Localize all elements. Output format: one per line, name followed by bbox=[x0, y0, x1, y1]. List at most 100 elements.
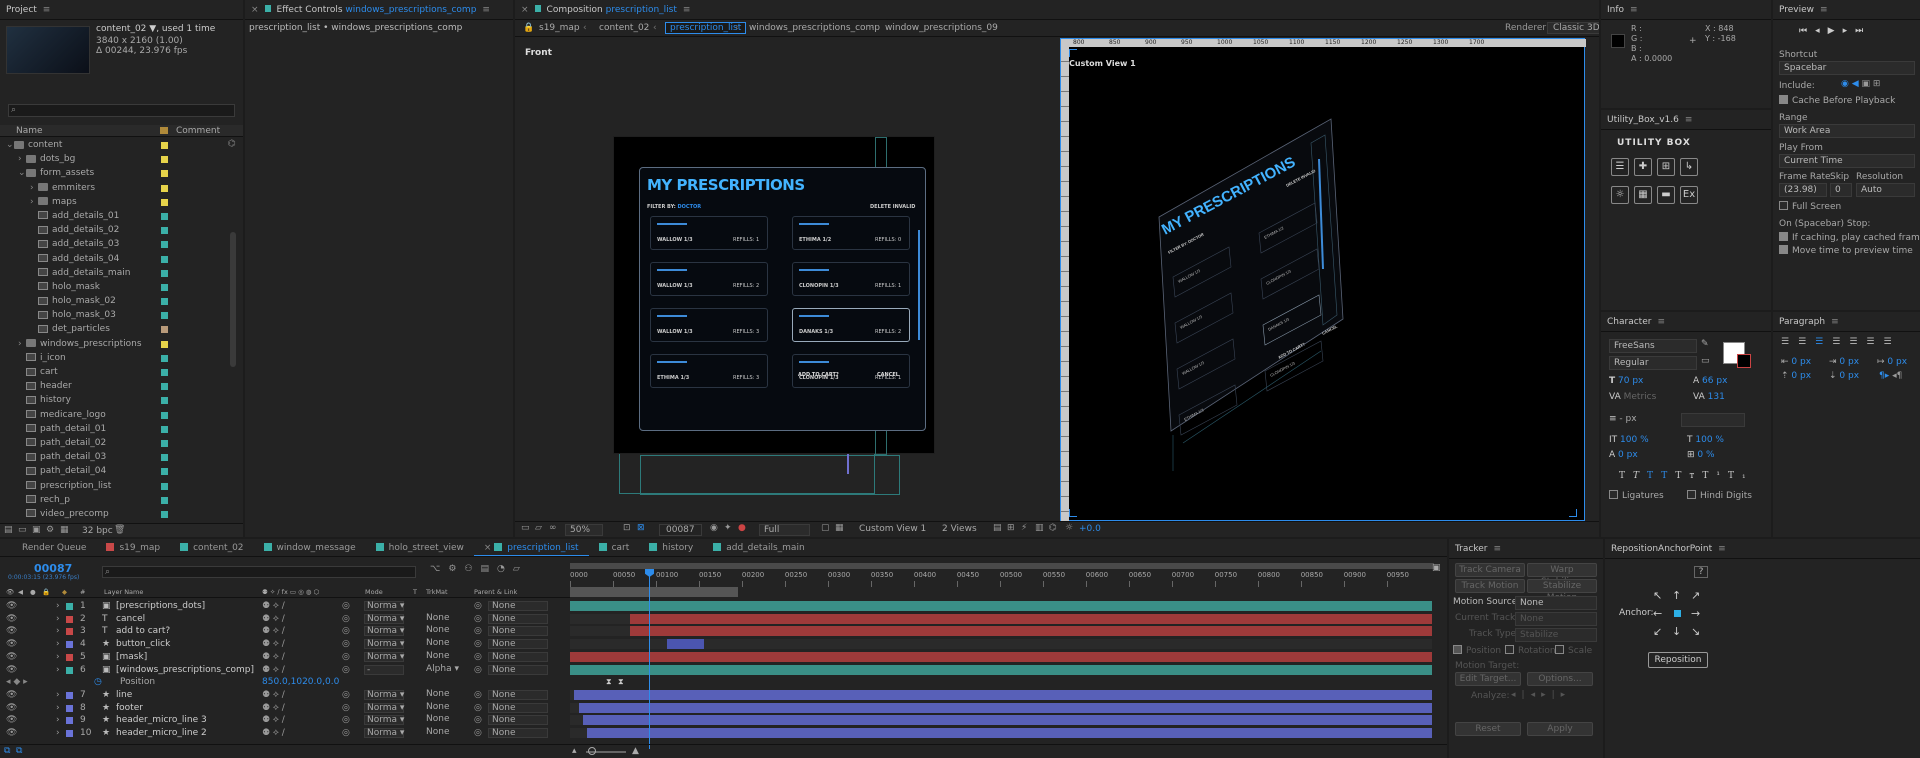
project-item[interactable]: rech_p bbox=[0, 493, 228, 507]
layer-label-color[interactable] bbox=[66, 730, 73, 737]
keyframe-icon[interactable]: ⧗ bbox=[618, 677, 624, 687]
parent-pickwhip-icon[interactable]: ◎ bbox=[474, 600, 482, 613]
timeline-tab[interactable]: add_details_main bbox=[703, 539, 814, 556]
align-right-icon[interactable]: ☰ bbox=[1815, 337, 1832, 347]
project-item[interactable]: ⌄ content bbox=[0, 138, 228, 152]
expression-icon[interactable]: Ex bbox=[1680, 186, 1698, 204]
close-icon[interactable]: × bbox=[521, 5, 529, 15]
track-matte-select[interactable]: None bbox=[424, 651, 464, 662]
col-trkmat[interactable]: TrkMat bbox=[426, 588, 448, 596]
layer-row[interactable]: 👁 › 2 Tcancel ⚉ ⟡ ∕ ◎ Norma ▾ None ◎ None bbox=[0, 613, 570, 626]
property-value[interactable]: 850.0,1020.0,0.0 bbox=[262, 676, 339, 689]
layer-name[interactable]: [windows_prescriptions_comp] bbox=[116, 664, 254, 677]
label-color-swatch[interactable] bbox=[161, 340, 168, 348]
ltr-icon[interactable]: ¶▸ bbox=[1879, 371, 1889, 381]
show-snapshot-icon[interactable]: ✦ bbox=[724, 523, 732, 533]
vertical-scale-value[interactable]: 100 % bbox=[1620, 435, 1649, 445]
position-checkbox[interactable] bbox=[1453, 645, 1462, 654]
breadcrumb-content-02[interactable]: content_02 bbox=[599, 23, 649, 33]
disclosure-icon[interactable]: › bbox=[18, 337, 26, 351]
visibility-icon[interactable]: 👁 bbox=[6, 638, 17, 651]
zoom-slider-handle[interactable] bbox=[588, 747, 596, 755]
trash-icon[interactable]: 🗑 bbox=[114, 525, 125, 535]
motion-source-select[interactable]: None bbox=[1515, 596, 1597, 610]
rotation-checkbox[interactable] bbox=[1505, 645, 1514, 654]
viewer-front[interactable]: Front MY PRESCRIPTIONS FILTER BY: DOCTOR… bbox=[515, 38, 1059, 521]
track-matte-select[interactable]: None bbox=[424, 728, 464, 738]
timeline-tab[interactable]: s19_map bbox=[96, 539, 170, 556]
last-frame-icon[interactable]: ⏭ bbox=[1855, 26, 1871, 36]
options-button[interactable]: Options... bbox=[1527, 672, 1593, 686]
effect-controls-comp[interactable]: windows_prescriptions_comp bbox=[345, 5, 476, 15]
edit-target-button[interactable]: Edit Target... bbox=[1455, 672, 1521, 686]
layer-switches-icon[interactable]: ⚉ ⟡ ∕ bbox=[262, 600, 285, 613]
italic-icon[interactable]: T bbox=[1633, 471, 1647, 481]
disclosure-icon[interactable]: › bbox=[18, 152, 26, 166]
label-color-swatch[interactable] bbox=[161, 142, 168, 149]
analyze-forward-icon[interactable]: ▸ bbox=[1541, 690, 1552, 700]
parent-select[interactable]: None bbox=[488, 702, 548, 713]
new-comp-icon[interactable]: ▣ bbox=[32, 525, 41, 535]
anchor-bottom-left-icon[interactable]: ↙ bbox=[1653, 625, 1662, 638]
flowchart-icon[interactable]: ⌬ bbox=[1049, 523, 1057, 533]
timeline-tab[interactable]: Render Queue bbox=[0, 539, 96, 556]
label-color-swatch[interactable] bbox=[161, 510, 168, 518]
project-item[interactable]: › maps bbox=[0, 195, 228, 209]
playhead-line[interactable] bbox=[649, 569, 650, 749]
bit-depth-label[interactable]: 32 bpc bbox=[82, 526, 113, 536]
view-layout-select[interactable]: 2 Views bbox=[938, 524, 987, 534]
layer-label-color[interactable] bbox=[66, 666, 73, 674]
layer-duration-bar[interactable] bbox=[630, 613, 1432, 624]
project-title[interactable]: Project bbox=[6, 5, 37, 15]
layer-row[interactable]: 👁 › 4 ★ button_click ⚉ ⟡ ∕ ◎ Norma ▾ None ◎ None bbox=[0, 638, 570, 651]
stopwatch-icon[interactable]: ◷ bbox=[94, 676, 102, 689]
if-caching-checkbox[interactable] bbox=[1779, 232, 1788, 241]
leading-value[interactable]: 66 px bbox=[1702, 376, 1727, 386]
layer-row[interactable]: 👁 › 10 ★ header_micro_line 2 ⚉ ⟡ ∕ ◎ Norma ▾ Non… bbox=[0, 727, 570, 740]
parent-pickwhip-icon[interactable]: ◎ bbox=[474, 727, 482, 740]
layer-duration-bar[interactable] bbox=[570, 601, 1432, 611]
info-title[interactable]: Info bbox=[1607, 5, 1624, 15]
track-matte-select[interactable]: None bbox=[424, 613, 464, 624]
cache-checkbox[interactable] bbox=[1779, 95, 1788, 104]
bold-icon[interactable]: T bbox=[1619, 471, 1633, 481]
path-icon[interactable]: ↳ bbox=[1680, 158, 1698, 176]
track-matte-select[interactable]: None bbox=[424, 702, 464, 713]
current-track-select[interactable]: None bbox=[1515, 612, 1597, 626]
visibility-icon[interactable]: 👁 bbox=[6, 714, 17, 727]
justify-left-icon[interactable]: ☰ bbox=[1832, 337, 1849, 347]
layer-switches-icon[interactable]: ⚉ ⟡ ∕ bbox=[262, 651, 285, 664]
apply-button[interactable]: Apply bbox=[1527, 722, 1593, 736]
exposure-reset-icon[interactable]: ☼ bbox=[1065, 523, 1073, 533]
close-icon[interactable]: × bbox=[251, 5, 259, 15]
pickwhip-icon[interactable]: ◎ bbox=[342, 651, 350, 664]
pickwhip-icon[interactable]: ◎ bbox=[342, 625, 350, 638]
disclosure-icon[interactable]: › bbox=[56, 625, 60, 638]
project-item[interactable]: header bbox=[0, 379, 228, 393]
scale-checkbox[interactable] bbox=[1555, 645, 1564, 654]
analyze-back-frame-icon[interactable]: ◂| bbox=[1511, 690, 1531, 700]
composition-title[interactable]: Composition bbox=[547, 5, 603, 15]
project-item[interactable]: › emmiters bbox=[0, 181, 228, 195]
panel-menu-icon[interactable]: ≡ bbox=[1630, 5, 1638, 15]
project-item[interactable]: add_details_04 bbox=[0, 252, 228, 266]
fast-preview-icon[interactable]: ⚡ bbox=[1021, 523, 1027, 533]
baseline-shift-value[interactable]: 0 px bbox=[1618, 450, 1638, 460]
layer-row[interactable]: 👁 › 1 ▣ [prescriptions_dots] ⚉ ⟡ ∕ ◎ Norma ▾ ◎ No… bbox=[0, 600, 570, 613]
justify-center-icon[interactable]: ☰ bbox=[1849, 337, 1866, 347]
disclosure-icon[interactable]: › bbox=[30, 181, 38, 195]
track-motion-button[interactable]: Track Motion bbox=[1455, 579, 1525, 593]
visibility-icon[interactable]: 👁 bbox=[6, 651, 17, 664]
pickwhip-icon[interactable]: ◎ bbox=[342, 613, 350, 626]
parent-pickwhip-icon[interactable]: ◎ bbox=[474, 689, 482, 702]
layer-name[interactable]: cancel bbox=[116, 613, 145, 626]
horizontal-scale-value[interactable]: 100 % bbox=[1695, 435, 1724, 445]
layer-label-color[interactable] bbox=[66, 704, 73, 712]
project-item[interactable]: › windows_prescriptions bbox=[0, 337, 228, 351]
work-area-range[interactable] bbox=[570, 587, 738, 597]
project-item[interactable]: holo_mask_03 bbox=[0, 308, 228, 322]
layer-duration-bar[interactable] bbox=[587, 728, 1432, 738]
font-family-select[interactable]: FreeSans bbox=[1609, 339, 1697, 353]
breadcrumb-window-prescriptions-09[interactable]: window_prescriptions_09 bbox=[885, 23, 998, 33]
skip-select[interactable]: 0 bbox=[1830, 183, 1852, 197]
